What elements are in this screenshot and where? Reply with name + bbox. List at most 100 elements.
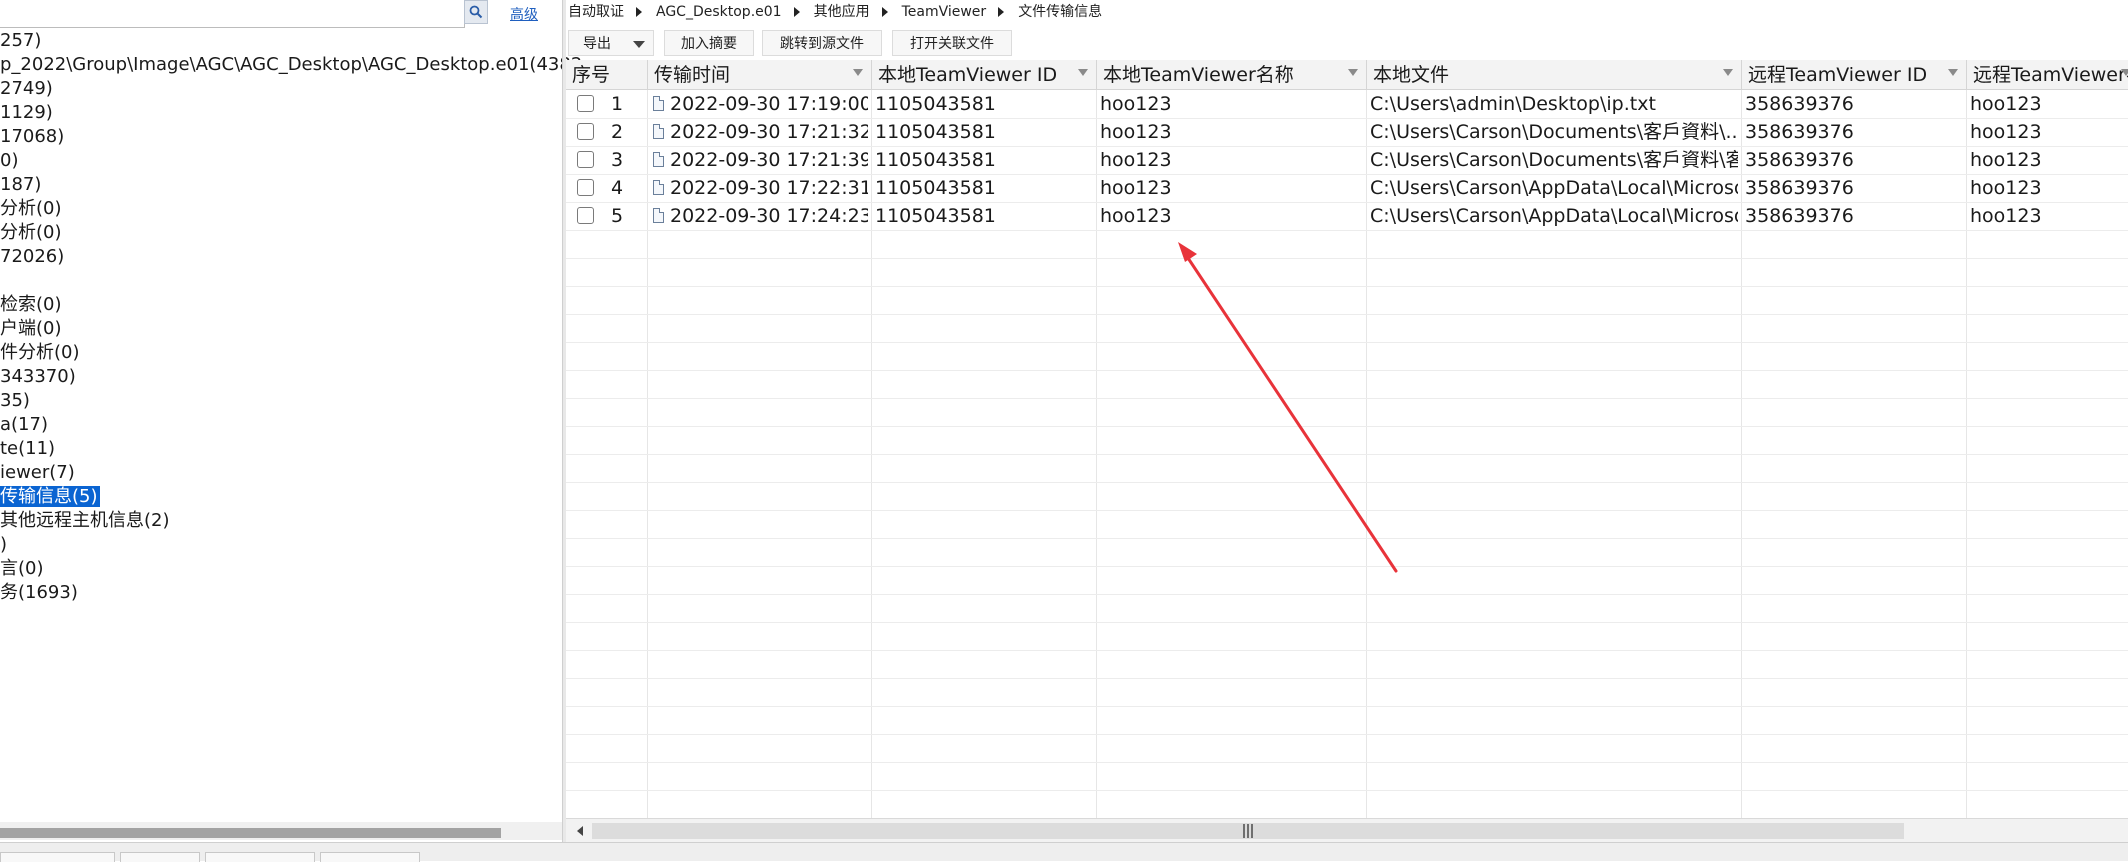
tree-item-label: 分析(0) xyxy=(0,198,62,219)
header-remote-name[interactable]: 远程TeamViewer名称 xyxy=(1967,60,2128,90)
tree-item[interactable]: iewer(7) xyxy=(0,461,75,485)
header-seq[interactable]: 序号 xyxy=(566,60,648,90)
tree-item-label: 检索(0) xyxy=(0,294,62,315)
row-checkbox[interactable] xyxy=(577,151,594,168)
grid-row-line xyxy=(566,454,2128,455)
cell-local-name: hoo123 xyxy=(1100,93,1172,115)
tree-item[interactable]: a(17) xyxy=(0,413,48,437)
tree-item[interactable]: 257) xyxy=(0,29,41,53)
cell-local-id: 1105043581 xyxy=(875,93,996,115)
chevron-right-icon xyxy=(881,7,888,17)
tree-item[interactable]: 分析(0) xyxy=(0,221,62,245)
file-icon xyxy=(653,124,664,139)
export-button[interactable]: 导出 xyxy=(568,30,654,56)
grid-row-line xyxy=(566,342,2128,343)
tree-item[interactable]: 言(0) xyxy=(0,557,44,581)
breadcrumb-item[interactable]: AGC_Desktop.e01 xyxy=(656,4,782,20)
tree-item[interactable]: 17068) xyxy=(0,125,64,149)
breadcrumb-item[interactable]: 文件传输信息 xyxy=(1018,4,1102,20)
tree-search-input[interactable] xyxy=(0,0,465,28)
cell-local-id: 1105043581 xyxy=(875,177,996,199)
open-related-file-button[interactable]: 打开关联文件 xyxy=(892,30,1012,56)
scroll-left-button[interactable] xyxy=(570,822,590,840)
header-remote-id[interactable]: 远程TeamViewer ID xyxy=(1742,60,1967,90)
tree-item[interactable]: 务(1693) xyxy=(0,581,78,605)
file-icon xyxy=(653,180,664,195)
row-checkbox[interactable] xyxy=(577,95,594,112)
tree-item[interactable]: 343370) xyxy=(0,365,76,389)
add-summary-button[interactable]: 加入摘要 xyxy=(664,30,754,56)
tree-item[interactable]: 2749) xyxy=(0,77,53,101)
tree-item[interactable]: 分析(0) xyxy=(0,197,62,221)
bottom-tab[interactable] xyxy=(205,852,315,862)
bottom-tab[interactable] xyxy=(320,852,420,862)
cell-local-name: hoo123 xyxy=(1100,121,1172,143)
tree-item[interactable]: p_2022\Group\Image\AGC\AGC_Desktop\AGC_D… xyxy=(0,53,582,77)
cell-local-file: C:\Users\admin\Desktop\ip.txt xyxy=(1370,93,1656,115)
filter-icon[interactable] xyxy=(1948,69,1958,76)
tree-item-label: 343370) xyxy=(0,366,76,387)
tree-item[interactable]: ) xyxy=(0,533,7,557)
column-header-label: 远程TeamViewer ID xyxy=(1748,64,1928,86)
tree-item-label: 0) xyxy=(0,150,19,171)
breadcrumb-item[interactable]: TeamViewer xyxy=(902,4,987,20)
header-local-file[interactable]: 本地文件 xyxy=(1367,60,1742,90)
cell-local-file: C:\Users\Carson\Documents\客戶資料\客... xyxy=(1370,149,1738,171)
column-header-label: 远程TeamViewer名称 xyxy=(1973,64,2128,86)
tree-item-label: 务(1693) xyxy=(0,582,78,603)
header-transfer-time[interactable]: 传输时间 xyxy=(648,60,872,90)
tree-item[interactable]: 35) xyxy=(0,389,30,413)
grid-row-line xyxy=(566,426,2128,427)
tree-item[interactable]: 187) xyxy=(0,173,41,197)
column-header-label: 本地TeamViewer ID xyxy=(878,64,1058,86)
grid-row-line xyxy=(566,370,2128,371)
grid-row-line xyxy=(566,594,2128,595)
cell-local-name: hoo123 xyxy=(1100,149,1172,171)
tree-item[interactable]: 72026) xyxy=(0,245,64,269)
grid-row-line xyxy=(566,258,2128,259)
cell-remote-name: hoo123 xyxy=(1970,93,2042,115)
bottom-tab[interactable] xyxy=(120,852,200,862)
tree-item[interactable]: 其他远程主机信息(2) xyxy=(0,509,170,533)
tree-item[interactable]: te(11) xyxy=(0,437,55,461)
row-checkbox[interactable] xyxy=(577,123,594,140)
cell-transfer-time: 2022-09-30 17:19:00 xyxy=(670,93,868,115)
header-local-name[interactable]: 本地TeamViewer名称 xyxy=(1097,60,1367,90)
row-checkbox[interactable] xyxy=(577,179,594,196)
tree-item[interactable]: 0) xyxy=(0,149,18,173)
filter-icon[interactable] xyxy=(853,69,863,76)
grid-row-line xyxy=(566,286,2128,287)
header-local-id[interactable]: 本地TeamViewer ID xyxy=(872,60,1097,90)
filter-icon[interactable] xyxy=(2121,69,2128,76)
jump-to-source-button[interactable]: 跳转到源文件 xyxy=(762,30,882,56)
filter-icon[interactable] xyxy=(1078,69,1088,76)
breadcrumb-item[interactable]: 自动取证 xyxy=(568,4,624,20)
search-icon xyxy=(469,5,483,19)
grid-row-line xyxy=(566,790,2128,791)
grid-row-line xyxy=(566,538,2128,539)
tree-item-label: 户端(0) xyxy=(0,318,62,339)
bottom-tab[interactable] xyxy=(0,852,115,862)
tree-item[interactable]: 1129) xyxy=(0,101,53,125)
tree-item[interactable]: 检索(0) xyxy=(0,293,62,317)
cell-seq: 3 xyxy=(611,149,624,171)
filter-icon[interactable] xyxy=(1723,69,1733,76)
cell-remote-id: 358639376 xyxy=(1745,205,1854,227)
file-icon xyxy=(653,152,664,167)
tree-item-selected[interactable]: 传输信息(5) xyxy=(0,485,100,509)
tree-item-label: a(17) xyxy=(0,414,48,435)
tree-item[interactable]: 件分析(0) xyxy=(0,341,80,365)
breadcrumb-item[interactable]: 其他应用 xyxy=(814,4,870,20)
cell-local-file: C:\Users\Carson\AppData\Local\Microsof..… xyxy=(1370,177,1738,199)
tree-search-button[interactable] xyxy=(464,0,488,24)
advanced-search-link[interactable]: 高级 xyxy=(510,4,538,24)
row-checkbox[interactable] xyxy=(577,207,594,224)
cell-transfer-time: 2022-09-30 17:21:32 xyxy=(670,121,868,143)
tree-scrollbar-thumb[interactable] xyxy=(0,828,501,838)
chevron-down-icon[interactable] xyxy=(633,41,645,48)
tree-item[interactable]: 户端(0) xyxy=(0,317,62,341)
cell-seq: 4 xyxy=(611,177,624,199)
grid-row-line xyxy=(566,734,2128,735)
scrollbar-grip-icon xyxy=(1243,824,1253,838)
filter-icon[interactable] xyxy=(1348,69,1358,76)
